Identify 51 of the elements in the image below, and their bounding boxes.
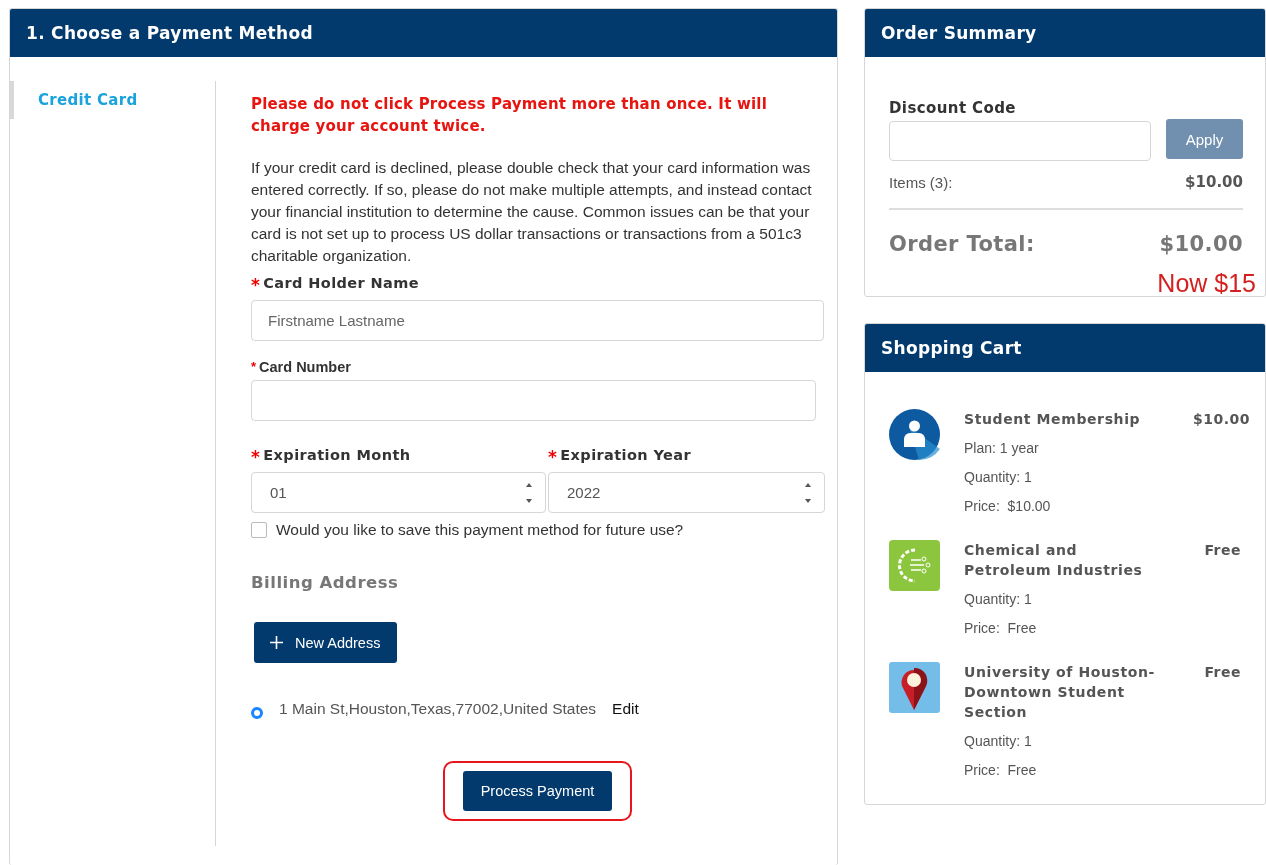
item-detail: Quantity: 1 <box>964 468 1033 487</box>
address-text: 1 Main St,Houston,Texas,77002,United States <box>279 700 597 718</box>
item-detail: Price: Free <box>964 619 1038 638</box>
item-detail: Price: Free <box>964 761 1038 780</box>
number-field[interactable]: 2022 <box>548 472 825 513</box>
total-value: $10.00 <box>1159 232 1243 256</box>
section-heading: Billing Address <box>251 573 400 592</box>
new-address-button[interactable]: New Address <box>254 622 398 663</box>
number-field[interactable]: 01 <box>251 472 546 513</box>
text-field[interactable] <box>251 380 816 421</box>
item-detail: Quantity: 1 <box>964 590 1033 609</box>
panel-title: Order Summary <box>865 9 1265 57</box>
gear-circuit-icon <box>889 540 940 591</box>
field-label: Card Number <box>259 359 351 375</box>
warning-text: Please do not click Process Payment more than once. It will charge your account twice. <box>251 94 769 137</box>
decline-note: If your credit card is declined, please double check that your card information was entered correctly. If so, please do not make multiple attempts, and instead contact your financial institution to determine the cause. Common issues can be that your card is not set up to process US dollar transactions or transactions from a 501c3 charitable organization. <box>251 158 813 266</box>
address-radio[interactable] <box>251 707 263 719</box>
item-detail: Plan: 1 year <box>964 439 1040 458</box>
field-label: Card Holder Name <box>263 275 420 293</box>
plus-icon <box>270 636 283 649</box>
field-label: Expiration Month <box>263 447 411 465</box>
required-marker: * <box>251 275 261 295</box>
items-value: $10.00 <box>1185 173 1243 191</box>
discount-field[interactable] <box>889 121 1151 161</box>
total-label: Order Total: <box>889 232 1035 256</box>
edit-link[interactable]: Edit <box>612 700 639 718</box>
save-checkbox[interactable] <box>251 522 267 538</box>
item-name: Chemical and Petroleum Industries <box>964 541 1144 580</box>
price-annotation: Now $15 <box>1157 269 1256 296</box>
required-marker: * <box>251 447 261 467</box>
item-price: Free <box>1204 663 1241 682</box>
items-label: Items (3): <box>889 173 953 191</box>
checkbox-label: Would you like to save this payment method for future use? <box>276 521 684 539</box>
spinner-arrows-icon[interactable] <box>525 481 533 504</box>
required-marker: * <box>548 447 558 467</box>
item-detail: Price: $10.00 <box>964 497 1052 516</box>
item-name: Student Membership <box>964 410 1142 429</box>
item-name: University of Houston-Downtown Student Section <box>964 663 1156 722</box>
spinner-arrows-icon[interactable] <box>804 481 812 504</box>
text-field[interactable]: Firstname Lastname <box>251 300 824 341</box>
process-payment-button[interactable]: Process Payment <box>462 771 613 811</box>
item-price: $10.00 <box>1193 410 1251 429</box>
required-marker: * <box>251 359 257 375</box>
person-icon <box>889 409 940 460</box>
field-label: Expiration Year <box>560 447 691 465</box>
item-price: Free <box>1204 541 1241 560</box>
panel-title: Shopping Cart <box>865 324 1265 372</box>
map-pin-icon <box>889 662 940 713</box>
field-label: Discount Code <box>889 99 1017 117</box>
panel-title: 1. Choose a Payment Method <box>10 9 837 57</box>
item-detail: Quantity: 1 <box>964 732 1033 751</box>
